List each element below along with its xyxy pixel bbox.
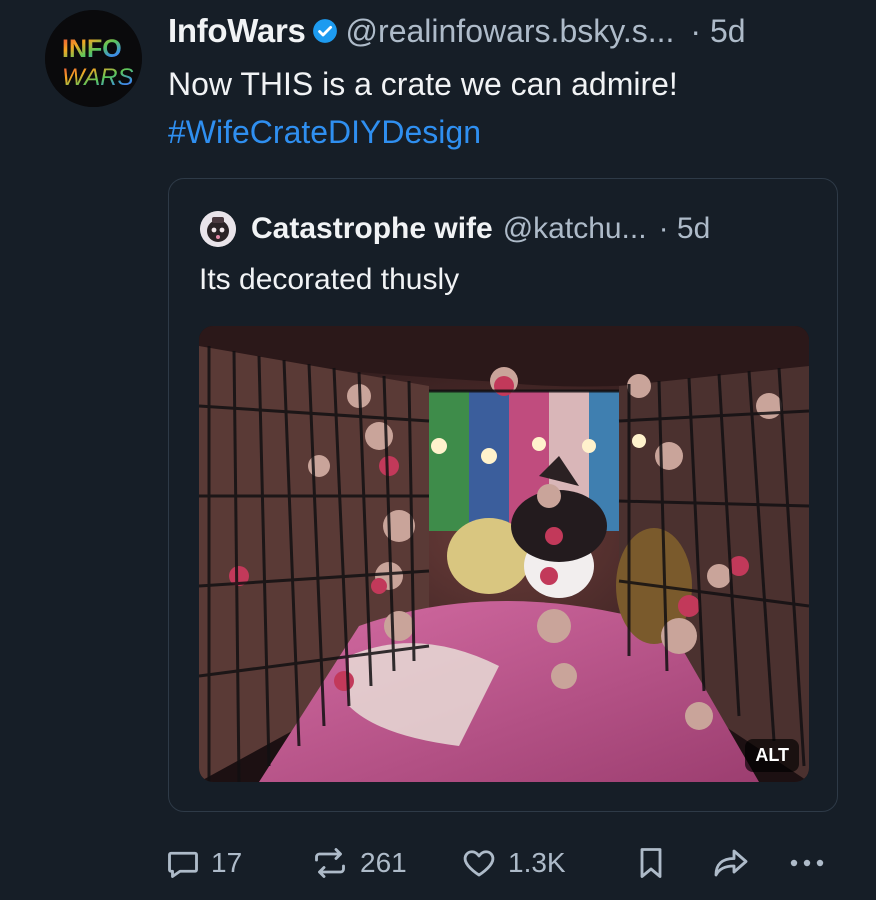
alt-text-button[interactable]: ALT: [745, 739, 799, 772]
verified-check-icon[interactable]: [312, 18, 338, 44]
logo-text-top: INFO: [62, 35, 122, 63]
bookmark-icon: [640, 848, 662, 878]
reply-count: 17: [211, 847, 243, 878]
share-button[interactable]: [710, 838, 752, 888]
hashtag-link[interactable]: #WifeCrateDIYDesign: [168, 108, 846, 156]
quote-author-name[interactable]: Catastrophe wife: [251, 212, 493, 246]
author-handle[interactable]: @realinfowars.bsky.s...: [346, 13, 675, 50]
like-button[interactable]: 1.3K: [460, 838, 566, 888]
quote-photo[interactable]: ALT: [199, 326, 809, 782]
share-arrow-icon: [714, 849, 748, 877]
quote-author-handle[interactable]: @katchu...: [503, 212, 647, 246]
quoted-post[interactable]: Catastrophe wife @katchu... · 5d Its dec…: [168, 178, 838, 812]
repost-button[interactable]: 261: [310, 838, 407, 888]
post-header: InfoWars @realinfowars.bsky.s... · 5d: [168, 8, 846, 54]
infowars-logo: INFO WARS: [45, 10, 142, 107]
post-body: Now THIS is a crate we can admire! #Wife…: [168, 60, 846, 156]
post-action-bar: 17 261 1.3K: [165, 838, 845, 888]
logo-text-bottom: WARS: [62, 64, 134, 91]
quote-text: Its decorated thusly: [199, 263, 460, 296]
repost-arrows-icon: [315, 848, 345, 878]
more-options-button[interactable]: [785, 838, 829, 888]
reply-button[interactable]: 17: [165, 838, 242, 888]
heart-icon: [463, 850, 495, 877]
post-text: Now THIS is a crate we can admire!: [168, 66, 678, 102]
crate-photo-illustration: [199, 326, 809, 782]
quote-header: Catastrophe wife @katchu... · 5d: [251, 207, 710, 251]
post-timestamp[interactable]: · 5d: [690, 13, 745, 50]
repost-count: 261: [360, 847, 407, 878]
quote-timestamp[interactable]: · 5d: [659, 212, 711, 246]
bookmark-button[interactable]: [635, 838, 667, 888]
speech-bubble-icon: [168, 851, 198, 878]
ellipsis-icon: [790, 859, 824, 867]
author-avatar[interactable]: INFO WARS: [45, 10, 142, 107]
author-display-name[interactable]: InfoWars: [168, 12, 306, 50]
like-count: 1.3K: [508, 847, 566, 878]
quote-author-avatar[interactable]: [200, 211, 236, 247]
